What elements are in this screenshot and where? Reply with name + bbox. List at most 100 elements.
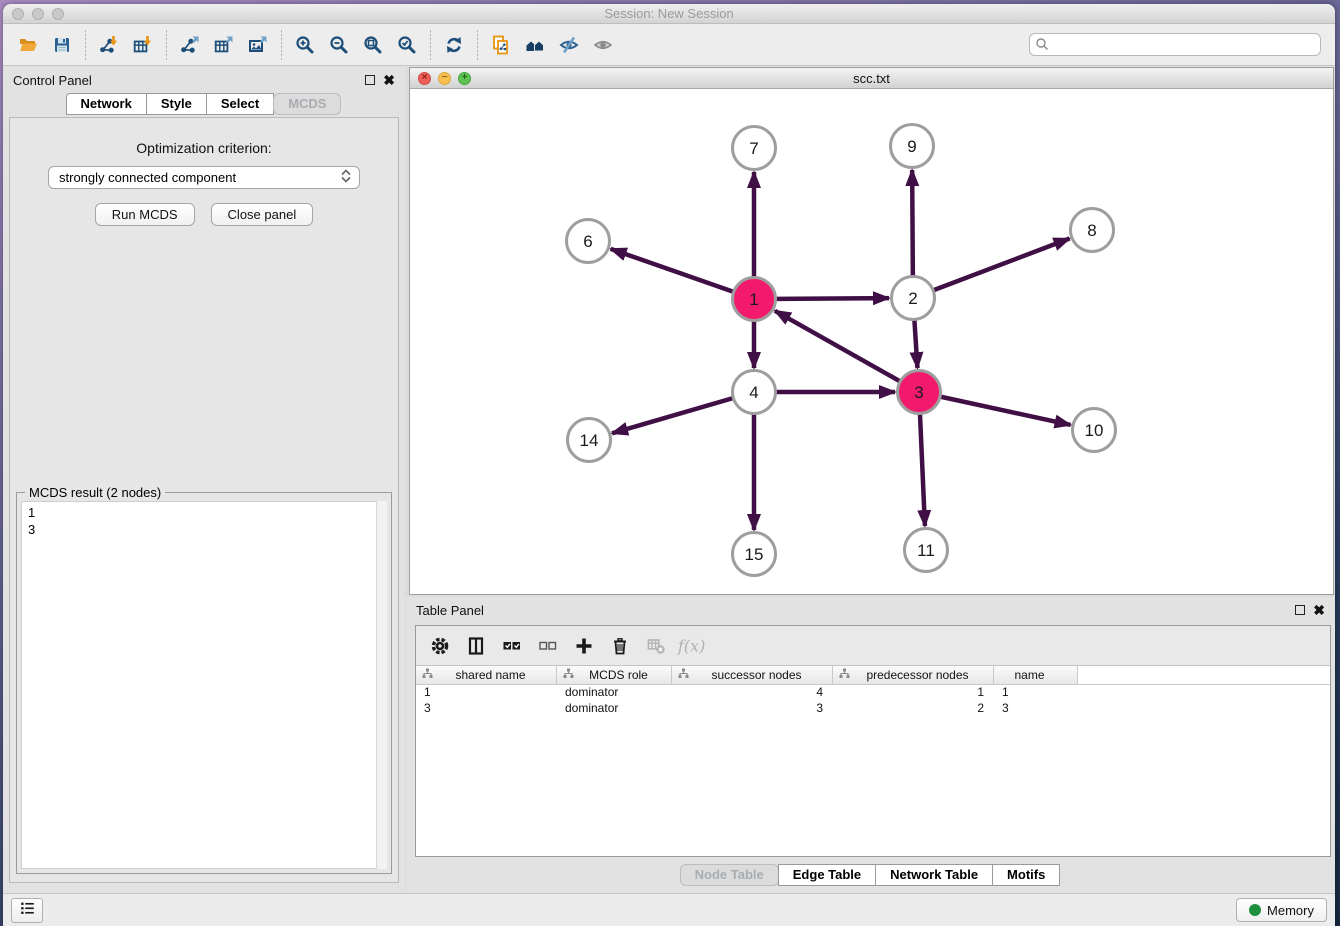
network-window-titlebar: × − + scc.txt xyxy=(410,68,1333,89)
show-columns-icon[interactable] xyxy=(460,631,492,661)
float-table-panel-icon[interactable] xyxy=(1295,605,1305,615)
app-window: Session: New Session Control Panel ✖ Net… xyxy=(3,4,1335,926)
search-icon xyxy=(1035,37,1049,56)
column-header-successor-nodes[interactable]: successor nodes xyxy=(672,666,833,684)
tab-mcds[interactable]: MCDS xyxy=(273,93,341,115)
zoom-fit-icon[interactable] xyxy=(356,29,390,61)
table-row[interactable]: 3dominator323 xyxy=(416,701,1330,717)
table-cell[interactable]: 4 xyxy=(672,685,833,701)
network-canvas[interactable]: 7968124314101511 xyxy=(410,90,1333,594)
toolbar-separator xyxy=(85,30,86,60)
app-title: Session: New Session xyxy=(3,6,1335,21)
table-cell[interactable]: dominator xyxy=(557,685,672,701)
graph-edge-3-1[interactable] xyxy=(775,311,919,392)
control-panel-title: Control Panel xyxy=(13,73,92,88)
clone-network-icon[interactable] xyxy=(484,29,518,61)
optimization-criterion-label: Optimization criterion: xyxy=(10,140,398,156)
float-panel-icon[interactable] xyxy=(365,75,375,85)
create-column-icon[interactable] xyxy=(568,631,600,661)
delete-columns-icon[interactable] xyxy=(604,631,636,661)
export-network-icon[interactable] xyxy=(173,29,207,61)
toolbar-separator xyxy=(477,30,478,60)
network-graph[interactable]: 7968124314101511 xyxy=(410,90,1333,594)
memory-button[interactable]: Memory xyxy=(1236,898,1327,922)
column-header-name[interactable]: name xyxy=(994,666,1078,684)
graph-node-label-14: 14 xyxy=(580,431,599,450)
table-cell[interactable]: 1 xyxy=(833,685,994,701)
network-window: × − + scc.txt 7968124314101511 xyxy=(409,67,1334,595)
memory-label: Memory xyxy=(1267,903,1314,918)
zoom-in-icon[interactable] xyxy=(288,29,322,61)
table-cell[interactable]: dominator xyxy=(557,701,672,717)
close-panel-button[interactable]: Close panel xyxy=(211,203,314,226)
zoom-selected-icon[interactable] xyxy=(390,29,424,61)
hide-selected-icon[interactable] xyxy=(552,29,586,61)
tab-motifs[interactable]: Motifs xyxy=(992,864,1060,886)
import-network-icon[interactable] xyxy=(92,29,126,61)
mcds-tab-content: Optimization criterion: strongly connect… xyxy=(9,117,399,883)
export-table-icon[interactable] xyxy=(207,29,241,61)
mcds-result-title: MCDS result (2 nodes) xyxy=(25,485,165,500)
export-image-icon[interactable] xyxy=(241,29,275,61)
run-mcds-button[interactable]: Run MCDS xyxy=(95,203,195,226)
svg-text:f(x): f(x) xyxy=(677,636,705,655)
hierarchy-icon xyxy=(422,668,433,682)
zoom-out-icon[interactable] xyxy=(322,29,356,61)
column-header-shared-name[interactable]: shared name xyxy=(416,666,557,684)
graph-edge-2-8[interactable] xyxy=(913,239,1070,298)
tab-style[interactable]: Style xyxy=(146,93,207,115)
control-panel: Control Panel ✖ NetworkStyleSelectMCDS O… xyxy=(3,67,405,893)
table-cell[interactable]: 3 xyxy=(994,701,1078,717)
tab-network-table[interactable]: Network Table xyxy=(875,864,993,886)
import-table-icon[interactable] xyxy=(126,29,160,61)
result-scrollbar[interactable] xyxy=(376,501,387,869)
hierarchy-icon xyxy=(563,668,574,682)
tab-select[interactable]: Select xyxy=(206,93,274,115)
first-neighbors-icon[interactable] xyxy=(518,29,552,61)
list-icon xyxy=(18,899,37,922)
memory-status-icon xyxy=(1249,904,1261,916)
table-body: 1dominator4113dominator323 xyxy=(416,685,1330,717)
open-session-icon[interactable] xyxy=(11,29,45,61)
column-header-MCDS-role[interactable]: MCDS role xyxy=(557,666,672,684)
status-bar: Memory xyxy=(3,893,1335,926)
mcds-result-list[interactable]: 1 3 xyxy=(21,501,387,869)
table-cell[interactable]: 2 xyxy=(833,701,994,717)
table-mode-gear-icon[interactable] xyxy=(424,631,456,661)
graph-node-label-1: 1 xyxy=(749,290,758,309)
table-row[interactable]: 1dominator411 xyxy=(416,685,1330,701)
search-input[interactable] xyxy=(1029,33,1321,56)
show-all-icon[interactable] xyxy=(586,29,620,61)
table-panel-title: Table Panel xyxy=(416,603,484,618)
graph-node-label-7: 7 xyxy=(749,139,758,158)
table-cell[interactable]: 1 xyxy=(416,685,557,701)
table-toolbar: f(x) xyxy=(416,626,1330,666)
graph-node-label-4: 4 xyxy=(749,383,758,402)
mcds-result-fieldset: MCDS result (2 nodes) 1 3 xyxy=(16,492,392,874)
table-panel: Table Panel ✖ f(x) shared nameMCDS roles… xyxy=(406,597,1335,893)
refresh-icon[interactable] xyxy=(437,29,471,61)
select-all-columns-icon[interactable] xyxy=(496,631,528,661)
task-history-button[interactable] xyxy=(11,898,43,923)
table-cell[interactable]: 3 xyxy=(416,701,557,717)
save-session-icon[interactable] xyxy=(45,29,79,61)
tab-node-table[interactable]: Node Table xyxy=(680,864,779,886)
close-table-panel-icon[interactable]: ✖ xyxy=(1313,605,1325,615)
table-cell[interactable]: 3 xyxy=(672,701,833,717)
graph-node-label-15: 15 xyxy=(745,545,764,564)
column-header-predecessor-nodes[interactable]: predecessor nodes xyxy=(833,666,994,684)
search-box xyxy=(1029,33,1321,56)
table-cell[interactable]: 1 xyxy=(994,685,1078,701)
toolbar-separator xyxy=(281,30,282,60)
table-panel-header: Table Panel ✖ xyxy=(406,597,1335,623)
criterion-select[interactable]: strongly connected component xyxy=(48,166,360,189)
table-tabs: Node TableEdge TableNetwork TableMotifs xyxy=(406,864,1335,886)
graph-node-label-9: 9 xyxy=(907,137,916,156)
close-panel-icon[interactable]: ✖ xyxy=(383,75,395,85)
select-stepper-icon xyxy=(339,168,353,187)
graph-edge-3-10[interactable] xyxy=(919,392,1071,425)
deselect-all-columns-icon[interactable] xyxy=(532,631,564,661)
tab-edge-table[interactable]: Edge Table xyxy=(778,864,876,886)
tab-network[interactable]: Network xyxy=(66,93,147,115)
graph-node-label-2: 2 xyxy=(908,289,917,308)
